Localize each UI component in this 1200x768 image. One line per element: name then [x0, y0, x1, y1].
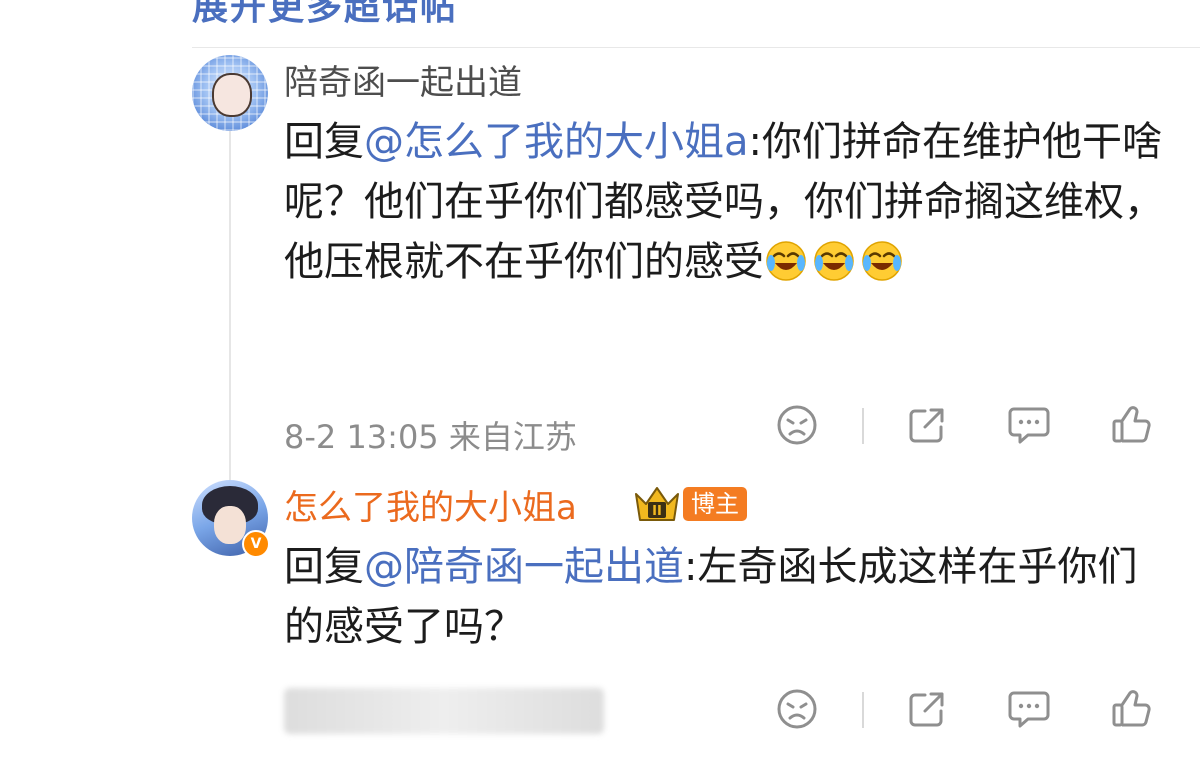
crying-laughing-emoji	[764, 239, 808, 283]
reply-prefix: 回复	[284, 544, 364, 590]
crying-laughing-emoji	[860, 239, 904, 283]
emoji-group	[764, 239, 908, 285]
comment-icon[interactable]	[1002, 398, 1056, 452]
crying-laughing-emoji	[812, 239, 856, 283]
comment-actions	[770, 398, 1170, 452]
comment-text: 回复@怎么了我的大小姐a:你们拼命在维护他干啥呢？他们在乎你们都感受吗，你们拼命…	[284, 112, 1164, 292]
comment-author-name[interactable]: 怎么了我的大小姐a	[284, 480, 577, 529]
dislike-icon[interactable]	[770, 682, 824, 736]
divider	[192, 47, 1200, 48]
avatar-face	[214, 506, 246, 544]
like-icon[interactable]	[1104, 682, 1158, 736]
crown-level-text: II	[652, 504, 662, 519]
comment-text: 回复@陪奇函一起出道:左奇函长成这样在乎你们的感受了吗？	[284, 537, 1164, 657]
mention-link[interactable]: @怎么了我的大小姐a	[364, 119, 749, 165]
avatar-face	[212, 73, 252, 117]
avatar[interactable]	[192, 55, 268, 131]
reply-prefix: 回复	[284, 119, 364, 165]
like-icon[interactable]	[1104, 398, 1158, 452]
mention-link[interactable]: @陪奇函一起出道	[364, 544, 684, 590]
thread-line	[229, 120, 231, 485]
action-separator	[862, 408, 864, 444]
share-icon[interactable]	[900, 398, 954, 452]
share-icon[interactable]	[900, 682, 954, 736]
comment-actions	[770, 682, 1170, 736]
comment-author-name[interactable]: 陪奇函一起出道	[284, 55, 522, 104]
comment-meta-hidden	[284, 688, 604, 734]
expand-more-link[interactable]: 展开更多超话帖	[192, 0, 458, 30]
crown-level-icon: II	[632, 484, 682, 524]
action-separator	[862, 692, 864, 728]
avatar[interactable]: V	[192, 480, 270, 558]
blogger-badge: 博主	[683, 487, 747, 521]
dislike-icon[interactable]	[770, 398, 824, 452]
verified-icon: V	[242, 530, 270, 558]
comment-icon[interactable]	[1002, 682, 1056, 736]
comment-meta: 8-2 13:05 来自江苏	[284, 418, 577, 456]
